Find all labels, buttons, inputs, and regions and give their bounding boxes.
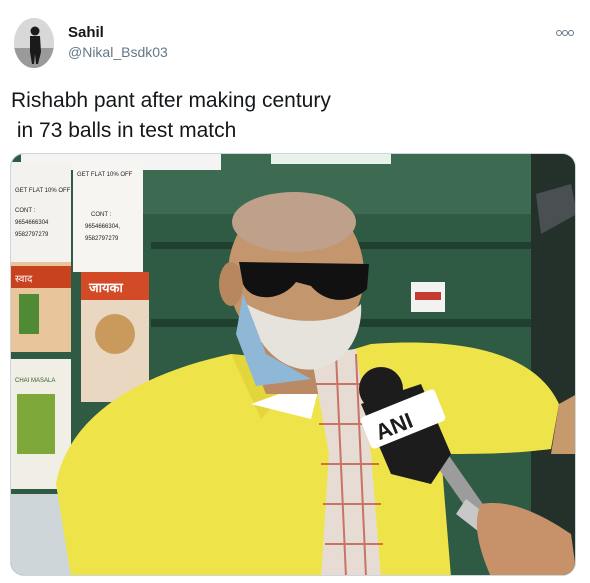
display-name[interactable]: Sahil [68,24,104,41]
profile-photo-icon [14,18,54,68]
photo-interview-scene: GET FLAT 10% OFF CONT : 9654666304 95827… [11,154,575,575]
poster-left-line-1: GET FLAT 10% OFF [15,188,71,194]
poster-mid-line-2: CONT : [91,212,112,218]
poster-mid-line-1: GET FLAT 10% OFF [77,172,133,178]
user-handle[interactable]: @Nikal_Bsdk03 [68,44,168,60]
avatar[interactable] [14,18,54,68]
poster-left-line-3: 9654666304 [15,220,49,226]
tweet-photo[interactable]: GET FLAT 10% OFF CONT : 9654666304 95827… [10,153,576,576]
poster-mid-line-3: 9654666304, [85,224,120,230]
tweet-text: Rishabh pant after making century in 73 … [11,89,331,142]
more-options-icon[interactable] [556,25,578,39]
poster-left-line-2: CONT : [15,208,36,214]
tweet-card: Sahil @Nikal_Bsdk03 Rishabh pant after m… [0,0,590,583]
shop-subtitle: स्वाद [15,274,33,285]
poster-left-line-4: 9582797279 [15,232,49,238]
shop-banner: जायका [88,280,124,295]
poster-mid-line-4: 9582797279 [85,236,119,242]
chai-label: CHAI MASALA [15,378,55,384]
